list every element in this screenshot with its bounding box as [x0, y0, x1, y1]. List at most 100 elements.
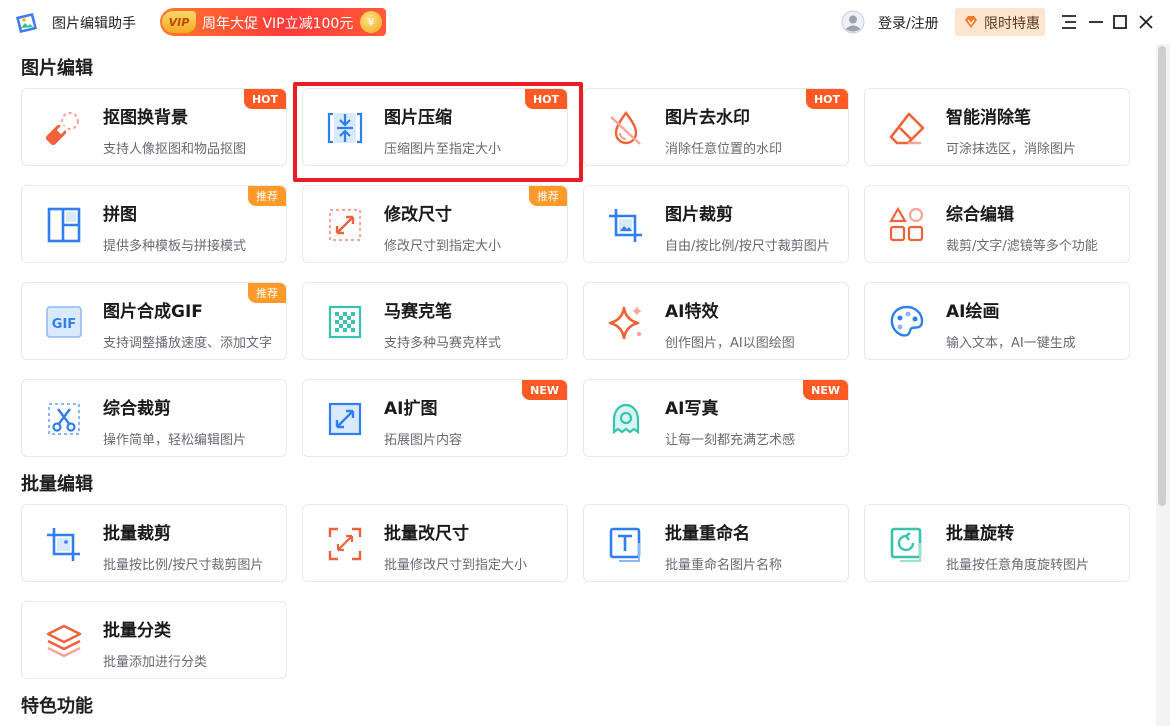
title-bar: 图片编辑助手 VIP 周年大促 VIP立减100元 ¥ 登录/注册 限时特惠	[0, 0, 1170, 44]
palette-icon	[890, 305, 924, 337]
card-desc: 可涂抹选区，消除图片	[946, 142, 1077, 157]
promo-text: 周年大促 VIP立减100元	[202, 16, 354, 32]
new-badge: NEW	[803, 380, 848, 400]
card-title: 智能消除笔	[946, 108, 1031, 128]
close-icon[interactable]	[1136, 12, 1156, 32]
scrollbar-thumb[interactable]	[1158, 46, 1166, 506]
recommend-badge: 推荐	[248, 283, 286, 303]
card-title: 批量重命名	[665, 524, 750, 544]
card-ai-portrait[interactable]: AI写真 让每一刻都充满艺术感 NEW	[583, 379, 849, 457]
recommend-badge: 推荐	[529, 186, 567, 206]
card-batch-rename[interactable]: 批量重命名 批量重命名图片名称	[583, 504, 849, 582]
layers-icon	[46, 624, 82, 658]
card-gif-maker[interactable]: GIF 图片合成GIF 支持调整播放速度、添加文字 推荐	[21, 282, 287, 360]
card-desc: 批量修改尺寸到指定大小	[384, 558, 528, 573]
card-desc: 自由/按比例/按尺寸裁剪图片	[665, 239, 830, 254]
maximize-icon[interactable]	[1110, 12, 1130, 32]
card-resize[interactable]: 修改尺寸 修改尺寸到指定大小 推荐	[302, 185, 568, 263]
new-badge: NEW	[522, 380, 567, 400]
diamond-icon	[965, 16, 977, 28]
card-title: 图片去水印	[665, 108, 750, 128]
promo-banner[interactable]: VIP 周年大促 VIP立减100元 ¥	[160, 8, 386, 36]
rename-icon	[609, 527, 641, 562]
collage-icon	[47, 207, 81, 243]
card-batch-crop[interactable]: 批量裁剪 批量按比例/按尺寸裁剪图片	[21, 504, 287, 582]
card-desc: 拓展图片内容	[384, 433, 463, 448]
card-image-compress[interactable]: 图片压缩 压缩图片至指定大小 HOT	[302, 88, 568, 166]
card-title: 马赛克笔	[384, 302, 452, 322]
card-image-crop[interactable]: 图片裁剪 自由/按比例/按尺寸裁剪图片	[583, 185, 849, 263]
section-title-image-edit: 图片编辑	[21, 58, 93, 79]
limited-offer-label: 限时特惠	[984, 16, 1040, 32]
shapes-icon	[889, 206, 924, 242]
section-title-special-features: 特色功能	[21, 696, 93, 717]
recommend-badge: 推荐	[248, 186, 286, 206]
sparkle-icon	[608, 306, 642, 340]
card-title: 拼图	[103, 205, 137, 225]
card-desc: 批量按任意角度旋转图片	[946, 558, 1090, 573]
card-title: 修改尺寸	[384, 205, 452, 225]
card-title: 批量裁剪	[103, 524, 171, 544]
crop-icon	[609, 209, 642, 242]
card-collage[interactable]: 拼图 提供多种模板与拼接模式 推荐	[21, 185, 287, 263]
card-title: 图片裁剪	[665, 205, 733, 225]
card-comprehensive-edit[interactable]: 综合编辑 裁剪/文字/滤镜等多个功能	[864, 185, 1130, 263]
hot-badge: HOT	[524, 89, 567, 109]
card-title: 批量旋转	[946, 524, 1014, 544]
card-title: 图片压缩	[384, 108, 452, 128]
section-title-batch-edit: 批量编辑	[21, 474, 93, 495]
card-batch-resize[interactable]: 批量改尺寸 批量修改尺寸到指定大小	[302, 504, 568, 582]
card-title: 综合编辑	[946, 205, 1014, 225]
user-avatar-icon[interactable]	[841, 10, 865, 34]
scissors-icon	[48, 403, 80, 435]
card-title: 批量分类	[103, 621, 171, 641]
rotate-icon	[890, 527, 922, 562]
login-register-link[interactable]: 登录/注册	[878, 13, 939, 33]
card-desc: 让每一刻都充满艺术感	[665, 433, 796, 448]
card-desc: 修改尺寸到指定大小	[384, 239, 502, 254]
card-desc: 压缩图片至指定大小	[384, 142, 502, 157]
hot-badge: HOT	[243, 89, 286, 109]
card-smart-eraser[interactable]: 智能消除笔 可涂抹选区，消除图片	[864, 88, 1130, 166]
portrait-icon	[612, 403, 640, 435]
card-mosaic-pen[interactable]: 马赛克笔 支持多种马赛克样式	[302, 282, 568, 360]
card-desc: 批量添加进行分类	[103, 655, 208, 670]
resize-icon	[329, 209, 361, 241]
batch-crop-icon	[47, 528, 80, 561]
eraser-icon	[889, 112, 925, 145]
card-title: 批量改尺寸	[384, 524, 469, 544]
card-desc: 输入文本，AI一键生成	[946, 336, 1076, 351]
card-ai-expand[interactable]: AI扩图 拓展图片内容 NEW	[302, 379, 568, 457]
app-title: 图片编辑助手	[52, 16, 136, 32]
card-desc: 支持多种马赛克样式	[384, 336, 502, 351]
card-desc: 创作图片，AI以图绘图	[665, 336, 795, 351]
watermark-remove-icon	[610, 110, 641, 145]
card-title: AI特效	[665, 302, 719, 322]
eraser-cutout-icon	[45, 111, 80, 146]
limited-offer-button[interactable]: 限时特惠	[955, 8, 1045, 36]
app-logo-icon	[16, 13, 37, 33]
card-comprehensive-crop[interactable]: 综合裁剪 操作简单，轻松编辑图片	[21, 379, 287, 457]
card-ai-painting[interactable]: AI绘画 输入文本，AI一键生成	[864, 282, 1130, 360]
expand-icon	[328, 402, 362, 436]
card-batch-classify[interactable]: 批量分类 批量添加进行分类	[21, 601, 287, 679]
minimize-icon[interactable]	[1086, 12, 1106, 32]
coin-icon: ¥	[360, 11, 382, 33]
card-cutout-background[interactable]: 抠图换背景 支持人像抠图和物品抠图 HOT	[21, 88, 287, 166]
card-title: AI绘画	[946, 302, 1000, 322]
main-content: 图片编辑 抠图换背景 支持人像抠图和物品抠图 HOT 图片压缩 压缩图片至指定大…	[0, 44, 1156, 726]
menu-icon[interactable]	[1059, 12, 1079, 32]
batch-resize-icon	[328, 527, 362, 561]
mosaic-icon	[328, 305, 362, 339]
card-batch-rotate[interactable]: 批量旋转 批量按任意角度旋转图片	[864, 504, 1130, 582]
card-title: 图片合成GIF	[103, 302, 203, 322]
card-ai-effects[interactable]: AI特效 创作图片，AI以图绘图	[583, 282, 849, 360]
card-desc: 支持人像抠图和物品抠图	[103, 142, 247, 157]
card-desc: 裁剪/文字/滤镜等多个功能	[946, 239, 1098, 254]
card-title: 综合裁剪	[103, 399, 171, 419]
card-desc: 操作简单，轻松编辑图片	[103, 433, 247, 448]
compress-icon	[327, 112, 363, 144]
card-remove-watermark[interactable]: 图片去水印 消除任意位置的水印 HOT	[583, 88, 849, 166]
vip-badge: VIP	[162, 11, 196, 33]
card-title: AI扩图	[384, 399, 438, 419]
